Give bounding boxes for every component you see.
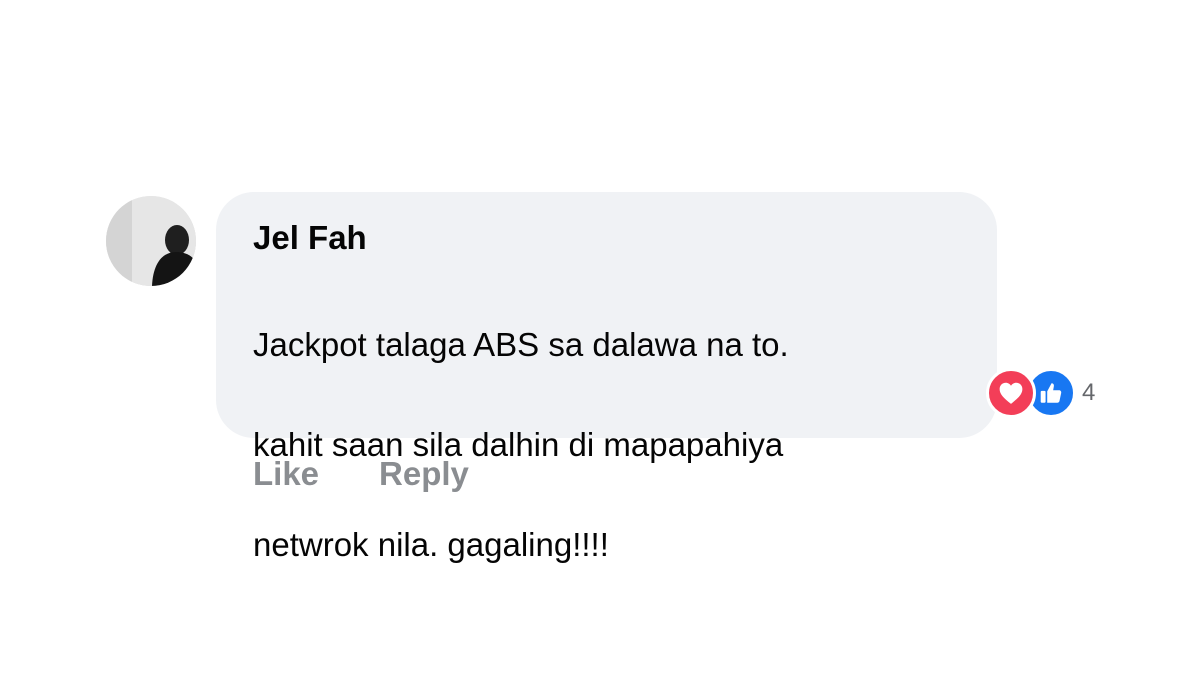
comment-line: Jackpot talaga ABS sa dalawa na to. [253, 326, 789, 363]
heart-icon [986, 368, 1036, 418]
reply-button[interactable]: Reply [379, 452, 469, 496]
comment-actions: Like Reply [253, 452, 469, 496]
reaction-summary[interactable]: 4 [986, 368, 1095, 418]
comment-bubble: Jel Fah Jackpot talaga ABS sa dalawa na … [216, 192, 997, 563]
comment-line: netwrok nila. gagaling!!!! [253, 526, 609, 563]
comment-author[interactable]: Jel Fah [253, 218, 961, 258]
avatar[interactable] [106, 196, 196, 286]
reaction-count: 4 [1082, 379, 1096, 406]
avatar-silhouette [106, 196, 196, 286]
comment-text: Jackpot talaga ABS sa dalawa na to. kahi… [253, 270, 961, 570]
like-button[interactable]: Like [253, 452, 319, 496]
comment-thread: Jel Fah Jackpot talaga ABS sa dalawa na … [0, 0, 1200, 675]
